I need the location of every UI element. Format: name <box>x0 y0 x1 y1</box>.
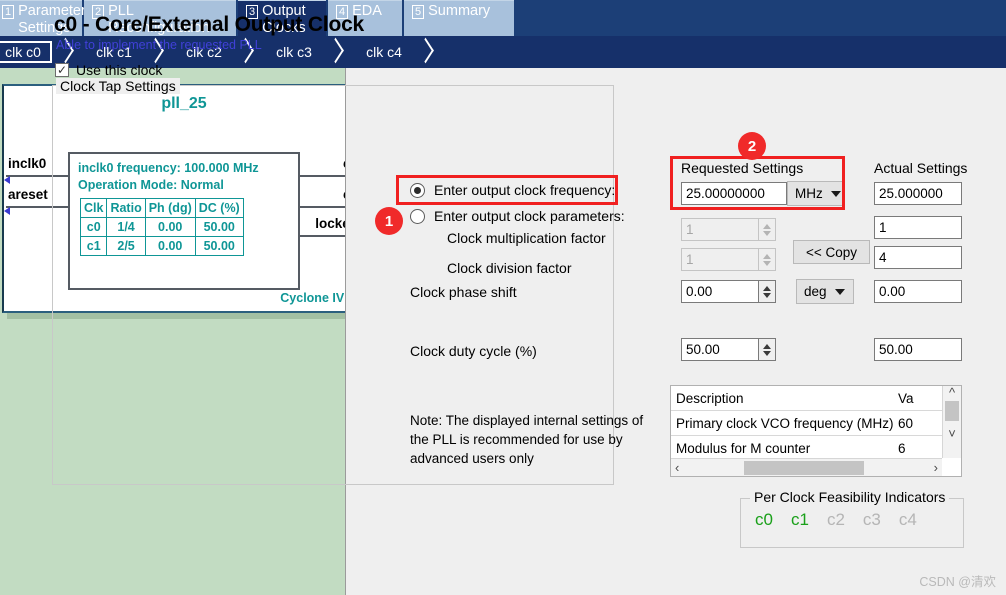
horizontal-scrollbar[interactable]: ‹ › <box>671 458 942 476</box>
requested-phase-shift-input[interactable]: 0.00 <box>681 280 759 303</box>
stepper-up-icon <box>763 223 771 229</box>
col-description: Description <box>676 390 744 406</box>
breadcrumb-item-clk-c0[interactable]: clk c0 <box>0 41 52 63</box>
scroll-up-icon[interactable]: ^ <box>943 386 961 399</box>
use-this-clock-row[interactable]: ✓ Use this clock <box>55 62 162 78</box>
annotation-badge-2: 2 <box>738 132 766 160</box>
copy-button[interactable]: << Copy <box>793 240 870 264</box>
stepper-down-icon <box>763 230 771 236</box>
actual-settings-header: Actual Settings <box>874 160 968 176</box>
chevron-down-icon <box>834 288 845 295</box>
actual-mult-factor-value: 1 <box>874 216 962 239</box>
mult-factor-stepper[interactable] <box>759 218 776 241</box>
use-this-clock-label: Use this clock <box>76 62 163 78</box>
feasibility-indicators: c0 c1 c2 c3 c4 <box>755 510 917 530</box>
actual-div-factor-value: 4 <box>874 246 962 269</box>
actual-duty-cycle-value: 50.00 <box>874 338 962 361</box>
phase-unit-dropdown[interactable]: deg <box>796 279 854 304</box>
actual-frequency-value: 25.000000 <box>874 182 962 205</box>
annotation-badge-1: 1 <box>375 207 403 235</box>
row-description: Modulus for M counter <box>676 441 811 456</box>
phase-unit-value: deg <box>804 284 827 299</box>
col-value: Va <box>898 390 914 406</box>
label-clock-duty-cycle: Clock duty cycle (%) <box>410 343 537 359</box>
stepper-up-icon <box>763 285 771 291</box>
feasibility-c1: c1 <box>790 510 809 529</box>
feasibility-legend: Per Clock Feasibility Indicators <box>750 489 950 505</box>
list-header-row: Description Va <box>671 386 961 411</box>
vertical-scrollbar[interactable]: ^ ˅ <box>942 386 961 458</box>
internal-settings-list[interactable]: Description Va Primary clock VCO frequen… <box>670 385 962 477</box>
tab-number: 5 <box>412 5 425 19</box>
scroll-down-icon[interactable]: ˅ <box>943 427 961 440</box>
row-value: 6 <box>898 441 906 456</box>
clock-tap-settings-legend: Clock Tap Settings <box>56 78 180 94</box>
port-label-areset: areset <box>8 187 48 202</box>
stepper-up-icon <box>763 343 771 349</box>
advanced-note-text: Note: The displayed internal settings of… <box>410 413 644 466</box>
checkmark-icon: ✓ <box>55 63 69 77</box>
radio-enter-output-clock-parameters[interactable]: Enter output clock parameters: <box>410 208 625 224</box>
feasibility-c3: c3 <box>862 510 881 529</box>
breadcrumb-item-clk-c3[interactable]: clk c3 <box>266 41 322 63</box>
radio-button-icon <box>410 208 425 224</box>
div-factor-stepper[interactable] <box>759 248 776 271</box>
chevron-right-icon <box>322 40 356 64</box>
chevron-right-icon <box>412 40 446 64</box>
highlight-box-radio-frequency <box>396 175 618 205</box>
page-subtitle-status: Able to implement the requested PLL <box>56 38 262 52</box>
label-clock-division-factor: Clock division factor <box>447 260 572 276</box>
label-clock-multiplication-factor: Clock multiplication factor <box>447 230 606 246</box>
tab-number: 1 <box>2 5 15 19</box>
breadcrumb-item-clk-c4[interactable]: clk c4 <box>356 41 412 63</box>
row-value: 60 <box>898 415 914 431</box>
stepper-down-icon <box>763 292 771 298</box>
stepper-down-icon <box>763 350 771 356</box>
highlight-box-requested-settings <box>670 156 845 210</box>
tab-summary[interactable]: 5 Summary <box>404 0 514 36</box>
port-label-inclk0: inclk0 <box>8 156 47 171</box>
feasibility-c2: c2 <box>826 510 845 529</box>
stepper-up-icon <box>763 253 771 259</box>
radio-label: Enter output clock parameters: <box>434 208 625 224</box>
scrollbar-thumb[interactable] <box>945 401 959 421</box>
list-item[interactable]: Primary clock VCO frequency (MHz) 60 <box>671 411 961 436</box>
actual-phase-shift-value: 0.00 <box>874 280 962 303</box>
requested-div-factor-input[interactable]: 1 <box>681 248 759 271</box>
label-clock-phase-shift: Clock phase shift <box>410 284 517 300</box>
requested-mult-factor-input[interactable]: 1 <box>681 218 759 241</box>
duty-cycle-stepper[interactable] <box>759 338 776 361</box>
row-description: Primary clock VCO frequency (MHz) <box>676 415 894 431</box>
port-arrow-areset <box>4 207 10 215</box>
feasibility-c0: c0 <box>755 510 773 529</box>
scroll-right-icon[interactable]: › <box>930 461 942 474</box>
tab-label: Summary <box>428 3 491 19</box>
requested-duty-cycle-input[interactable]: 50.00 <box>681 338 759 361</box>
feasibility-c4: c4 <box>898 510 917 529</box>
scroll-left-icon[interactable]: ‹ <box>671 461 683 474</box>
page-title: c0 - Core/External Output Clock <box>54 13 365 36</box>
port-arrow-inclk0 <box>4 176 10 184</box>
phase-shift-stepper[interactable] <box>759 280 776 303</box>
stepper-down-icon <box>763 260 771 266</box>
watermark: CSDN @清欢 <box>919 575 996 589</box>
scrollbar-thumb[interactable] <box>743 460 864 475</box>
